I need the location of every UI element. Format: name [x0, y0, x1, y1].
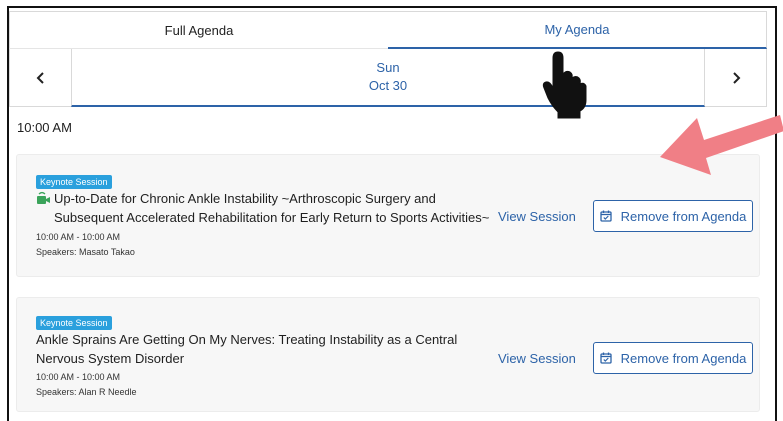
date-navigator: Sun Oct 30 — [9, 49, 767, 107]
remove-from-agenda-button[interactable]: Remove from Agenda — [593, 200, 753, 232]
selected-date: Oct 30 — [368, 78, 408, 93]
remove-from-agenda-button[interactable]: Remove from Agenda — [593, 342, 753, 374]
selected-weekday: Sun — [376, 60, 400, 75]
remove-button-label: Remove from Agenda — [620, 208, 747, 224]
session-speakers: Speakers: Alan R Needle — [36, 387, 137, 397]
session-title-line-1[interactable]: Up-to-Date for Chronic Ankle Instability… — [54, 189, 436, 208]
session-time-range: 10:00 AM - 10:00 AM — [36, 372, 121, 382]
time-slot-label: 10:00 AM — [17, 120, 72, 135]
remove-button-label: Remove from Agenda — [620, 350, 747, 366]
calendar-check-icon — [599, 210, 612, 222]
view-session-link[interactable]: View Session — [498, 351, 576, 366]
selected-day: Sun Oct 30 — [71, 49, 705, 107]
session-title-line-2[interactable]: Nervous System Disorder — [36, 349, 184, 368]
agenda-tabs: Full Agenda My Agenda — [9, 11, 767, 49]
session-type-badge: Keynote Session — [36, 316, 112, 330]
session-type-badge: Keynote Session — [36, 175, 112, 189]
previous-day-button[interactable] — [9, 49, 71, 107]
live-stream-icon — [37, 191, 50, 204]
session-title-line-2[interactable]: Subsequent Accelerated Rehabilitation fo… — [54, 208, 489, 227]
chevron-left-icon — [36, 71, 44, 84]
next-day-button[interactable] — [705, 49, 767, 107]
session-speakers: Speakers: Masato Takao — [36, 247, 135, 257]
session-title-line-1[interactable]: Ankle Sprains Are Getting On My Nerves: … — [36, 330, 457, 349]
tab-full-agenda[interactable]: Full Agenda — [9, 11, 388, 49]
view-session-link[interactable]: View Session — [498, 209, 576, 224]
tab-my-agenda[interactable]: My Agenda — [388, 11, 767, 49]
calendar-check-icon — [599, 352, 612, 364]
chevron-right-icon — [732, 71, 740, 84]
session-card: Keynote Session Up-to-Date for Chronic A… — [16, 154, 760, 277]
session-card: Keynote Session Ankle Sprains Are Gettin… — [16, 297, 760, 412]
session-time-range: 10:00 AM - 10:00 AM — [36, 232, 121, 242]
